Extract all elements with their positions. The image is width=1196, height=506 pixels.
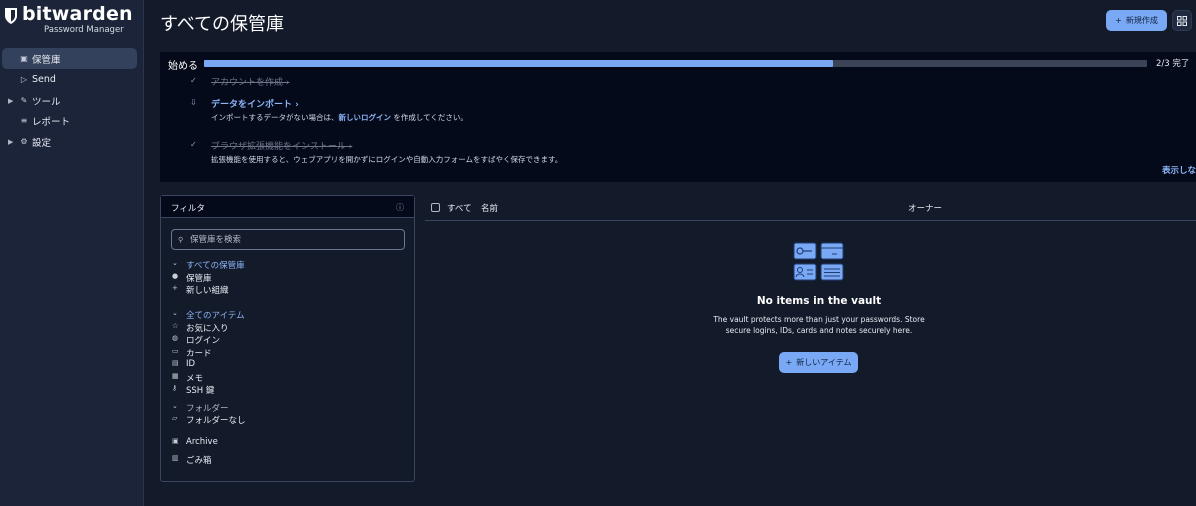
sidebar-item-send[interactable]: ▷ Send <box>2 69 137 90</box>
new-item-button-label: 新しいアイテム <box>796 358 852 367</box>
globe-icon: ◍ <box>172 334 179 342</box>
setup-progress-text: 2/3 完了 <box>1156 59 1190 69</box>
hide-setup-link[interactable]: 表示しな <box>1162 164 1196 176</box>
check-icon: ✓ <box>190 76 197 85</box>
trash-icon: ▥ <box>172 454 179 462</box>
import-icon: ⇩ <box>190 98 197 107</box>
wrench-icon: ✎ <box>20 96 28 105</box>
sidebar-item-label: 保管庫 <box>32 54 61 66</box>
setup-step-title: アカウントを作成 › <box>211 78 290 88</box>
vault-search[interactable]: ⚲ <box>171 229 405 250</box>
plus-icon: + <box>172 284 178 292</box>
gear-icon: ⚙ <box>20 137 28 146</box>
folder-icon: ▱ <box>172 414 178 422</box>
search-icon: ⚲ <box>178 235 184 244</box>
sidebar-item-label: 設定 <box>32 137 52 149</box>
shield-icon <box>5 8 17 24</box>
note-icon: ▦ <box>172 372 179 380</box>
sidebar-item-reports[interactable]: ≡ レポート <box>2 110 137 131</box>
setup-step-description: 拡張機能を使用すると、ウェブアプリを開かずにログインや自動入力フォームをすばやく… <box>211 155 563 164</box>
grid-icon <box>1177 15 1187 26</box>
chevron-down-icon: ⌄ <box>172 402 178 410</box>
plus-icon: + <box>1115 16 1122 25</box>
column-owner[interactable]: オーナー <box>908 202 942 214</box>
search-input[interactable] <box>190 233 400 247</box>
brand-product: Password Manager <box>44 25 124 35</box>
chevron-right-icon: ▶ <box>8 96 14 105</box>
filter-title: フィルタ <box>171 204 205 214</box>
new-button-label: 新規作成 <box>1125 16 1158 25</box>
archive-icon: ▣ <box>172 437 179 445</box>
setup-step-title: ブラウザ拡張機能をインストール › <box>211 142 353 152</box>
brand-name: bitwarden <box>22 3 133 25</box>
filter-header: フィルタ ⓘ <box>161 196 414 218</box>
sidebar-item-label: Send <box>32 74 56 85</box>
send-icon: ▷ <box>20 75 28 84</box>
vault-icon: ▣ <box>20 54 28 63</box>
chevron-down-icon: ⌄ <box>172 259 178 267</box>
sidebar-item-vault[interactable]: ▣ 保管庫 <box>2 48 137 69</box>
id-card-icon: ▤ <box>172 359 179 367</box>
help-icon[interactable]: ⓘ <box>396 202 404 213</box>
new-login-link[interactable]: 新しいログイン <box>339 113 392 122</box>
vault-empty-illustration <box>793 242 844 281</box>
vault-table-header: すべて 名前 オーナー <box>425 195 1196 221</box>
select-all-label: すべて <box>447 204 472 214</box>
sidebar-item-label: レポート <box>32 116 71 128</box>
setup-step-description: インポートするデータがない場合は、新しいログイン を作成してください。 <box>211 113 468 122</box>
chevron-down-icon: ⌄ <box>172 309 178 317</box>
star-icon: ☆ <box>172 322 179 330</box>
filter-panel: フィルタ ⓘ ⚲ ⌄ すべての保管庫 ● 保管庫 + 新しい組織 ⌄ 全てのアイ… <box>160 195 415 482</box>
user-icon: ● <box>172 272 179 280</box>
column-name[interactable]: 名前 <box>481 202 498 214</box>
setup-progress-fill <box>204 60 833 67</box>
sidebar-item-settings[interactable]: ▶ ⚙ 設定 <box>2 131 137 152</box>
setup-step-title: データをインポート › <box>211 100 299 110</box>
apps-button[interactable] <box>1172 10 1192 31</box>
select-all-checkbox[interactable] <box>431 203 440 212</box>
new-button[interactable]: + 新規作成 <box>1106 10 1167 31</box>
setup-title: 始める <box>168 61 198 72</box>
plus-icon: + <box>785 358 793 367</box>
empty-state-description: The vault protects more than just your p… <box>713 315 925 335</box>
report-icon: ≡ <box>20 116 28 125</box>
card-icon: ▭ <box>172 347 179 355</box>
new-item-button[interactable]: + 新しいアイテム <box>779 352 858 373</box>
bitwarden-logo[interactable]: bitwarden Password Manager <box>4 3 140 36</box>
empty-state-title: No items in the vault <box>756 295 882 307</box>
check-icon: ✓ <box>190 140 197 149</box>
sidebar-item-tools[interactable]: ▶ ✎ ツール <box>2 90 137 111</box>
page-title: すべての保管庫 <box>160 14 285 35</box>
chevron-right-icon: ▶ <box>8 137 14 146</box>
setup-progress-bar <box>204 60 1147 67</box>
sidebar-item-label: ツール <box>32 96 61 108</box>
key-icon: ⚷ <box>172 384 178 392</box>
setup-panel: 始める 2/3 完了 ✓ アカウントを作成 › ⇩ データをインポート › イン… <box>160 52 1196 182</box>
sidebar: bitwarden Password Manager ▣ 保管庫 ▷ Send … <box>0 0 144 506</box>
